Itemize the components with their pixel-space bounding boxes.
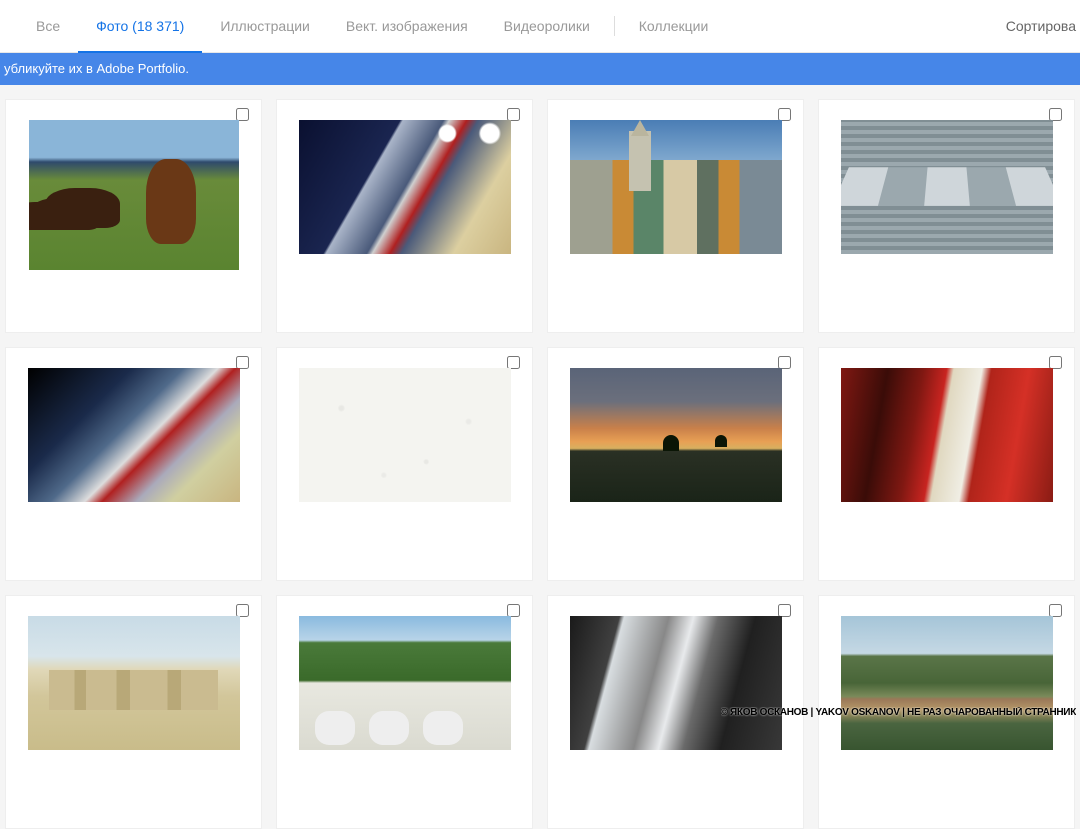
thumbnail[interactable] — [841, 368, 1053, 502]
image-card[interactable] — [818, 99, 1075, 333]
image-card[interactable] — [547, 99, 804, 333]
tab-all[interactable]: Все — [18, 0, 78, 53]
image-card[interactable] — [547, 347, 804, 581]
image-card[interactable] — [818, 347, 1075, 581]
image-card[interactable] — [5, 595, 262, 829]
tab-videos[interactable]: Видеоролики — [486, 0, 608, 53]
thumbnail[interactable] — [570, 616, 782, 750]
copyright-watermark: © ЯКОВ ОСКАНОВ | YAKOV OSKANOV | НЕ РАЗ … — [721, 707, 1077, 718]
thumbnail[interactable] — [299, 120, 511, 254]
thumbnail[interactable] — [841, 120, 1053, 254]
thumbnail[interactable] — [28, 616, 240, 750]
category-tabs: Все Фото (18 371) Иллюстрации Вект. изоб… — [0, 0, 1080, 53]
tab-illustrations[interactable]: Иллюстрации — [202, 0, 328, 53]
image-card[interactable] — [5, 99, 262, 333]
tab-vectors[interactable]: Вект. изображения — [328, 0, 486, 53]
tab-collections[interactable]: Коллекции — [621, 0, 727, 53]
tab-photos[interactable]: Фото (18 371) — [78, 0, 202, 53]
thumbnail[interactable] — [570, 368, 782, 502]
thumbnail[interactable] — [28, 368, 240, 502]
thumbnail[interactable] — [570, 120, 782, 254]
thumbnail[interactable] — [29, 120, 239, 270]
thumbnail[interactable] — [299, 368, 511, 502]
portfolio-banner[interactable]: убликуйте их в Adobe Portfolio. — [0, 53, 1080, 85]
image-card[interactable] — [276, 99, 533, 333]
tab-separator — [614, 16, 615, 36]
thumbnail[interactable] — [299, 616, 511, 750]
image-card[interactable] — [5, 347, 262, 581]
image-card[interactable] — [276, 595, 533, 829]
image-card[interactable] — [276, 347, 533, 581]
thumbnail[interactable] — [841, 616, 1053, 750]
sort-button[interactable]: Сортирова — [1006, 18, 1080, 34]
